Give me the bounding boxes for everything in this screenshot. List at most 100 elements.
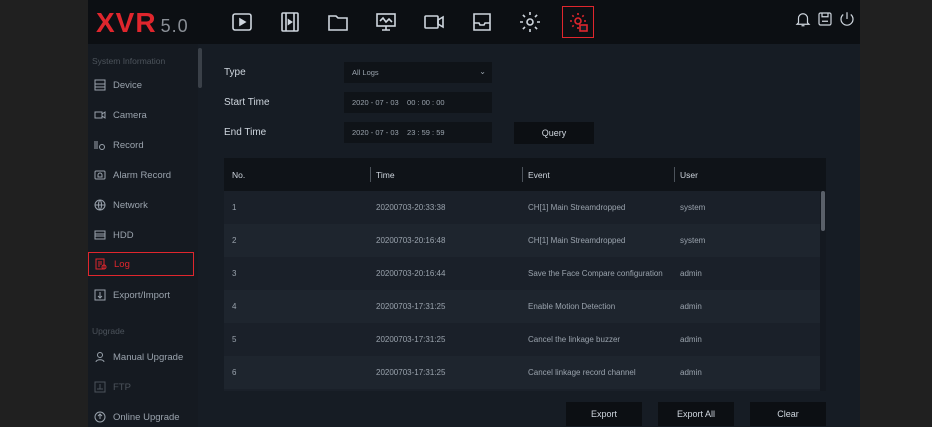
column-header-event: Event <box>528 169 550 180</box>
cell-time: 20200703-17:31:25 <box>376 335 446 344</box>
type-select[interactable]: All Logs ⌄ <box>344 62 492 83</box>
globe-icon <box>93 198 107 212</box>
cell-event: Save the Face Compare configuration <box>528 269 663 278</box>
sidebar-item-device[interactable]: Device <box>88 72 194 98</box>
sidebar-item-label: FTP <box>113 381 131 393</box>
export-all-button[interactable]: Export All <box>658 402 734 426</box>
column-header-time: Time <box>376 169 395 180</box>
cell-no: 1 <box>232 203 237 212</box>
sidebar-item-label: Alarm Record <box>113 169 172 181</box>
cell-user: system <box>680 236 706 245</box>
top-nav-bar: XVR 5.0 <box>88 0 860 44</box>
log-table: No. Time Event User 1 20200703-20:33:38 … <box>224 158 826 391</box>
manual-upgrade-icon <box>93 350 107 364</box>
logo-version: 5.0 <box>160 16 189 36</box>
cell-time: 20200703-17:31:25 <box>376 302 446 311</box>
sidebar-item-alarm-record[interactable]: Alarm Record <box>88 162 194 188</box>
table-row[interactable]: 4 20200703-17:31:25 Enable Motion Detect… <box>224 290 820 323</box>
start-time-value: 2020 - 07 - 03 00 : 00 : 00 <box>352 98 445 107</box>
bell-icon[interactable] <box>794 10 812 28</box>
query-button[interactable]: Query <box>514 122 594 144</box>
system-settings-icon[interactable] <box>562 6 594 38</box>
playback-icon[interactable] <box>230 10 254 34</box>
sidebar-item-record[interactable]: Record <box>88 132 194 158</box>
ftp-icon <box>93 380 107 394</box>
export-import-icon <box>93 288 107 302</box>
cell-user: admin <box>680 335 702 344</box>
app-window: XVR 5.0 System Information Device Camera… <box>88 0 860 427</box>
sidebar-item-network[interactable]: Network <box>88 192 194 218</box>
logo-text: XVR <box>96 7 157 38</box>
cell-user: admin <box>680 302 702 311</box>
column-header-user: User <box>680 169 698 180</box>
cell-event: Cancel linkage record channel <box>528 368 636 377</box>
cell-event: CH[1] Main Streamdropped <box>528 203 626 212</box>
inbox-icon[interactable] <box>470 10 494 34</box>
device-icon <box>93 78 107 92</box>
cell-time: 20200703-20:16:48 <box>376 236 446 245</box>
sidebar-item-label: Manual Upgrade <box>113 351 184 363</box>
export-button[interactable]: Export <box>566 402 642 426</box>
sidebar-item-manual-upgrade[interactable]: Manual Upgrade <box>88 344 194 370</box>
sidebar-item-label: Device <box>113 79 143 91</box>
cell-event: Enable Motion Detection <box>528 302 616 311</box>
table-row[interactable]: 2 20200703-20:16:48 CH[1] Main Streamdro… <box>224 224 820 257</box>
folder-icon[interactable] <box>326 10 350 34</box>
hdd-icon <box>93 228 107 242</box>
camera-icon[interactable] <box>422 10 446 34</box>
table-row[interactable]: 6 20200703-17:31:25 Cancel linkage recor… <box>224 356 820 389</box>
start-time-field[interactable]: 2020 - 07 - 03 00 : 00 : 00 <box>344 92 492 113</box>
save-icon[interactable] <box>816 10 834 28</box>
type-label: Type <box>224 67 246 78</box>
alarm-record-icon <box>93 168 107 182</box>
clear-button[interactable]: Clear <box>750 402 826 426</box>
cell-no: 2 <box>232 236 237 245</box>
sidebar-item-label: Online Upgrade <box>113 411 180 423</box>
start-time-label: Start Time <box>224 97 270 108</box>
table-row[interactable]: 1 20200703-20:33:38 CH[1] Main Streamdro… <box>224 191 820 224</box>
cell-user: admin <box>680 269 702 278</box>
table-scrollbar-thumb[interactable] <box>821 191 825 231</box>
sidebar-item-label: Record <box>113 139 144 151</box>
sidebar-item-label: Network <box>113 199 148 211</box>
record-icon <box>93 138 107 152</box>
column-divider <box>522 167 523 182</box>
column-divider <box>674 167 675 182</box>
power-icon[interactable] <box>838 10 856 28</box>
end-time-value: 2020 - 07 - 03 23 : 59 : 59 <box>352 128 445 137</box>
sidebar-scrollbar[interactable] <box>198 48 202 88</box>
gear-icon[interactable] <box>518 10 542 34</box>
sidebar-item-ftp[interactable]: FTP <box>88 374 194 400</box>
sidebar-item-camera[interactable]: Camera <box>88 102 194 128</box>
sidebar: System Information Device Camera Record … <box>88 44 198 427</box>
table-row[interactable]: 5 20200703-17:31:25 Cancel the linkage b… <box>224 323 820 356</box>
cell-time: 20200703-20:16:44 <box>376 269 446 278</box>
table-row[interactable]: 3 20200703-20:16:44 Save the Face Compar… <box>224 257 820 290</box>
sidebar-item-online-upgrade[interactable]: Online Upgrade <box>88 404 194 427</box>
column-header-no: No. <box>232 169 246 180</box>
section-system-information: System Information <box>92 56 166 66</box>
cell-user: admin <box>680 368 702 377</box>
table-scrollbar[interactable] <box>820 191 826 391</box>
video-file-icon[interactable] <box>278 10 302 34</box>
log-icon <box>94 257 108 271</box>
logo: XVR 5.0 <box>96 7 189 39</box>
cell-no: 6 <box>232 368 237 377</box>
sidebar-item-label: Export/Import <box>113 289 171 301</box>
cell-event: Cancel the linkage buzzer <box>528 335 621 344</box>
sidebar-item-log[interactable]: Log <box>88 252 194 276</box>
end-time-label: End Time <box>224 127 267 138</box>
sidebar-item-hdd[interactable]: HDD <box>88 222 194 248</box>
monitor-icon[interactable] <box>374 10 398 34</box>
cell-no: 4 <box>232 302 237 311</box>
end-time-field[interactable]: 2020 - 07 - 03 23 : 59 : 59 <box>344 122 492 143</box>
log-panel: Type All Logs ⌄ Start Time 2020 - 07 - 0… <box>214 44 854 427</box>
sidebar-item-label: Log <box>114 258 130 270</box>
cell-no: 5 <box>232 335 237 344</box>
column-divider <box>370 167 371 182</box>
section-upgrade: Upgrade <box>92 326 125 336</box>
cell-event: CH[1] Main Streamdropped <box>528 236 626 245</box>
online-upgrade-icon <box>93 410 107 424</box>
sidebar-item-export-import[interactable]: Export/Import <box>88 282 194 308</box>
sidebar-item-label: Camera <box>113 109 147 121</box>
